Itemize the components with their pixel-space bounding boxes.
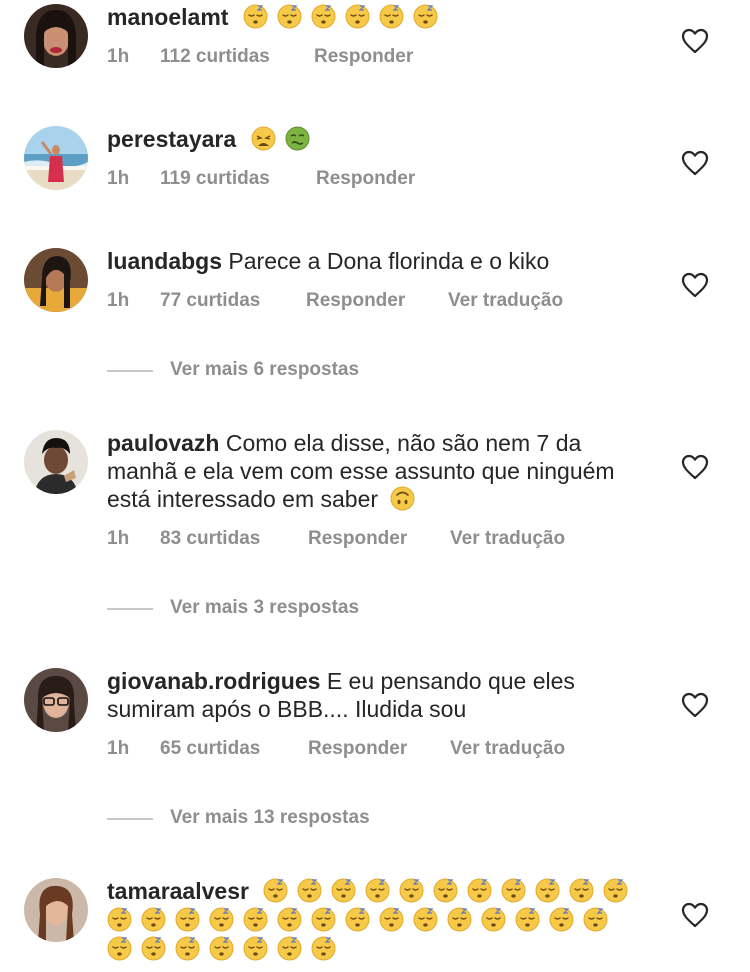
sleeping-face-icon	[263, 878, 288, 903]
sleeping-face-icon	[311, 907, 336, 932]
avatar[interactable]	[24, 878, 88, 942]
comment-username[interactable]: perestayara	[107, 126, 236, 152]
sleeping-face-icon	[107, 936, 132, 961]
comment-body: manoelamt	[107, 3, 647, 31]
sleeping-face-icon	[447, 907, 472, 932]
heart-outline-icon[interactable]	[681, 272, 709, 298]
sleeping-face-icon	[413, 907, 438, 932]
comment-body: perestayara	[107, 125, 647, 153]
sleeping-face-icon	[209, 936, 234, 961]
comment-likes[interactable]: 65 curtidas	[160, 738, 260, 760]
translate-button[interactable]: Ver tradução	[450, 528, 565, 550]
comment-body: paulovazh Como ela disse, não são nem 7 …	[107, 429, 647, 513]
comment-likes[interactable]: 112 curtidas	[160, 46, 270, 68]
comment-username[interactable]: giovanab.rodrigues	[107, 668, 320, 694]
reply-button[interactable]: Responder	[314, 46, 413, 68]
avatar[interactable]	[24, 4, 88, 68]
heart-outline-icon[interactable]	[681, 454, 709, 480]
comment-likes[interactable]: 83 curtidas	[160, 528, 260, 550]
comment-likes[interactable]: 77 curtidas	[160, 290, 260, 312]
avatar[interactable]	[24, 668, 88, 732]
comment-username[interactable]: paulovazh	[107, 430, 219, 456]
comment-likes[interactable]: 119 curtidas	[160, 168, 270, 190]
sleeping-face-icon	[297, 878, 322, 903]
sleeping-face-icon	[433, 878, 458, 903]
comment-emojis	[390, 486, 424, 512]
upside-down-face-icon	[390, 486, 415, 511]
sleeping-face-icon	[331, 878, 356, 903]
sleeping-face-icon	[345, 4, 370, 29]
sleeping-face-icon	[365, 878, 390, 903]
avatar[interactable]	[24, 248, 88, 312]
avatar[interactable]	[24, 126, 88, 190]
sleeping-face-icon	[175, 936, 200, 961]
heart-outline-icon[interactable]	[681, 150, 709, 176]
sleeping-face-icon	[535, 878, 560, 903]
translate-button[interactable]: Ver tradução	[450, 738, 565, 760]
nauseated-face-icon	[285, 126, 310, 151]
sleeping-face-icon	[603, 878, 628, 903]
reply-button[interactable]: Responder	[316, 168, 415, 190]
sleeping-face-icon	[277, 936, 302, 961]
comment-body: giovanab.rodrigues E eu pensando que ele…	[107, 667, 647, 723]
sleeping-face-icon	[549, 907, 574, 932]
view-more-label[interactable]: Ver mais 6 respostas	[170, 359, 359, 381]
sleeping-face-icon	[399, 878, 424, 903]
sleeping-face-icon	[467, 878, 492, 903]
sleeping-face-icon	[311, 4, 336, 29]
reply-button[interactable]: Responder	[306, 290, 405, 312]
sleeping-face-icon	[481, 907, 506, 932]
comment-time: 1h	[107, 738, 130, 759]
reply-button[interactable]: Responder	[308, 528, 407, 550]
weary-face-icon	[251, 126, 276, 151]
sleeping-face-icon	[243, 4, 268, 29]
heart-outline-icon[interactable]	[681, 902, 709, 928]
comment-username[interactable]: luandabgs	[107, 248, 222, 274]
divider	[107, 818, 153, 820]
comment-body: tamaraalvesr	[107, 877, 647, 964]
view-more-label[interactable]: Ver mais 3 respostas	[170, 597, 359, 619]
sleeping-face-icon	[141, 936, 166, 961]
comment-emojis	[251, 126, 319, 152]
sleeping-face-icon	[209, 907, 234, 932]
sleeping-face-icon	[345, 907, 370, 932]
sleeping-face-icon	[107, 907, 132, 932]
sleeping-face-icon	[413, 4, 438, 29]
comment-time: 1h	[107, 290, 130, 311]
sleeping-face-icon	[501, 878, 526, 903]
sleeping-face-icon	[277, 4, 302, 29]
comment-time: 1h	[107, 168, 130, 189]
sleeping-face-icon	[583, 907, 608, 932]
comment-username[interactable]: manoelamt	[107, 4, 228, 30]
translate-button[interactable]: Ver tradução	[448, 290, 563, 312]
heart-outline-icon[interactable]	[681, 692, 709, 718]
reply-button[interactable]: Responder	[308, 738, 407, 760]
comment-time: 1h	[107, 46, 130, 67]
heart-outline-icon[interactable]	[681, 28, 709, 54]
comment-body: luandabgs Parece a Dona florinda e o kik…	[107, 247, 647, 275]
sleeping-face-icon	[277, 907, 302, 932]
divider	[107, 370, 153, 372]
comment-time: 1h	[107, 528, 130, 549]
comment-text: Parece a Dona florinda e o kiko	[228, 248, 550, 274]
sleeping-face-icon	[379, 4, 404, 29]
sleeping-face-icon	[243, 907, 268, 932]
view-more-label[interactable]: Ver mais 13 respostas	[170, 807, 370, 829]
comment-username[interactable]: tamaraalvesr	[107, 878, 249, 904]
sleeping-face-icon	[141, 907, 166, 932]
sleeping-face-icon	[311, 936, 336, 961]
sleeping-face-icon	[569, 878, 594, 903]
sleeping-face-icon	[379, 907, 404, 932]
sleeping-face-icon	[515, 907, 540, 932]
sleeping-face-icon	[243, 936, 268, 961]
divider	[107, 608, 153, 610]
sleeping-face-icon	[175, 907, 200, 932]
comment-emojis	[243, 4, 447, 30]
avatar[interactable]	[24, 430, 88, 494]
